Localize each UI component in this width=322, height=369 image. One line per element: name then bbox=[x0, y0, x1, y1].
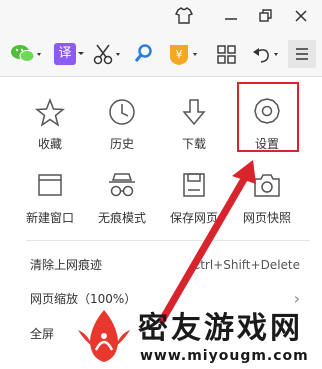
watermark-url: www.miyougm.com bbox=[140, 348, 309, 364]
watermark-logo-icon bbox=[78, 310, 130, 362]
watermark-title: 密友游戏网 bbox=[138, 311, 303, 346]
